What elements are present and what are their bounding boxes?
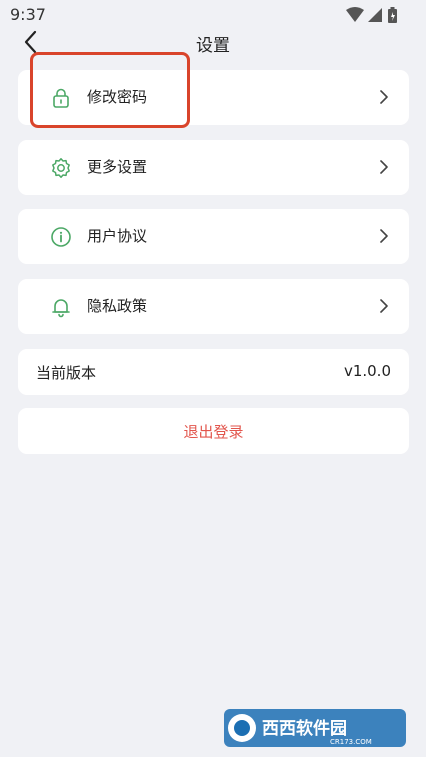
- chevron-right-icon: [380, 229, 388, 243]
- chevron-right-icon: [380, 160, 388, 174]
- version-row: 当前版本 v1.0.0: [18, 349, 409, 395]
- status-bar: 9:37: [0, 0, 426, 30]
- lock-icon: [53, 88, 69, 108]
- bell-icon: [52, 299, 70, 318]
- menu-item-privacy-policy[interactable]: 隐私政策: [18, 279, 409, 334]
- battery-icon: [388, 7, 397, 23]
- chevron-right-icon: [380, 299, 388, 313]
- menu-item-label: 修改密码: [87, 88, 148, 106]
- gear-icon: [52, 158, 70, 178]
- chevron-right-icon: [380, 90, 388, 104]
- version-label: 当前版本: [36, 364, 97, 382]
- status-time: 9:37: [10, 5, 46, 24]
- menu-item-change-password[interactable]: 修改密码: [18, 70, 409, 125]
- watermark-logo: 西西软件园 CR173.COM: [224, 709, 406, 747]
- wifi-icon: [346, 7, 364, 22]
- header: 设置: [0, 28, 426, 58]
- info-icon: [51, 227, 71, 247]
- menu-item-more-settings[interactable]: 更多设置: [18, 140, 409, 195]
- svg-text:西西软件园: 西西软件园: [262, 718, 347, 739]
- logout-button[interactable]: 退出登录: [18, 408, 409, 454]
- menu-item-label: 隐私政策: [87, 297, 148, 315]
- logout-label: 退出登录: [183, 423, 244, 441]
- menu-item-label: 用户协议: [87, 227, 148, 245]
- signal-icon: [368, 8, 382, 22]
- svg-text:CR173.COM: CR173.COM: [330, 738, 372, 746]
- menu-item-label: 更多设置: [87, 158, 148, 176]
- version-value: v1.0.0: [343, 362, 391, 380]
- menu-item-user-agreement[interactable]: 用户协议: [18, 209, 409, 264]
- status-icons: [346, 7, 397, 23]
- page-title: 设置: [196, 36, 230, 56]
